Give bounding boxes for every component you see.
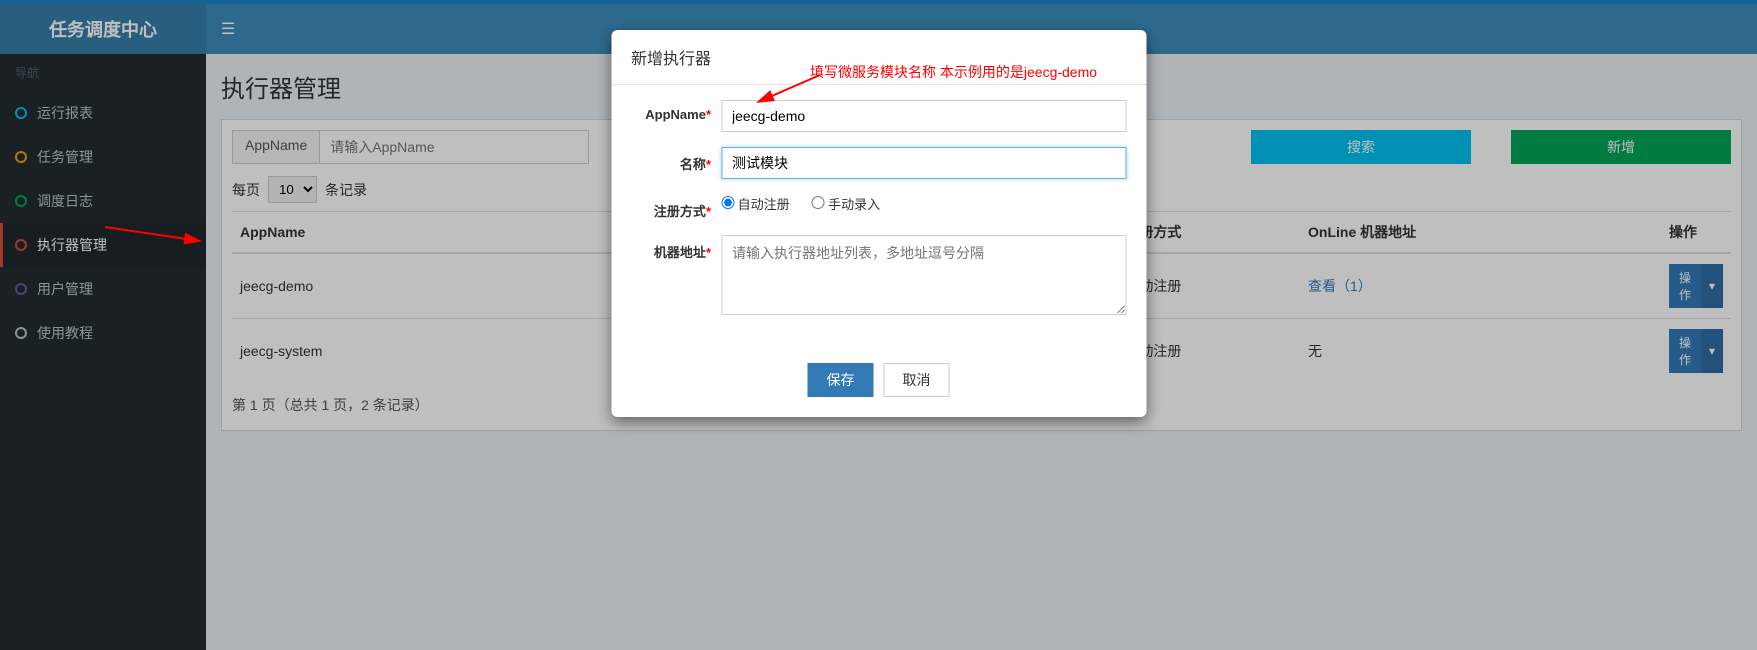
name-input[interactable]	[721, 147, 1126, 179]
required-icon: *	[706, 157, 711, 172]
annotation-text: 填写微服务模块名称 本示例用的是jeecg-demo	[810, 62, 1097, 82]
radio-manual-label[interactable]: 手动录入	[812, 197, 881, 212]
regtype-radio-group: 自动注册 手动录入	[721, 194, 1126, 213]
label-regtype: 注册方式	[654, 204, 706, 219]
radio-manual[interactable]	[812, 196, 825, 209]
label-appname: AppName	[645, 107, 706, 122]
label-name: 名称	[680, 157, 706, 172]
cancel-button[interactable]: 取消	[884, 363, 950, 397]
radio-auto[interactable]	[721, 196, 734, 209]
required-icon: *	[706, 245, 711, 260]
save-button[interactable]: 保存	[808, 363, 874, 397]
required-icon: *	[706, 204, 711, 219]
address-textarea[interactable]	[721, 235, 1126, 315]
add-executor-modal: 新增执行器 AppName* 名称* 注册方式* 自动注册 手动录入 机器地址*…	[611, 30, 1146, 417]
required-icon: *	[706, 107, 711, 122]
radio-auto-label[interactable]: 自动注册	[721, 197, 790, 212]
label-addr: 机器地址	[654, 245, 706, 260]
appname-input[interactable]	[721, 100, 1126, 132]
